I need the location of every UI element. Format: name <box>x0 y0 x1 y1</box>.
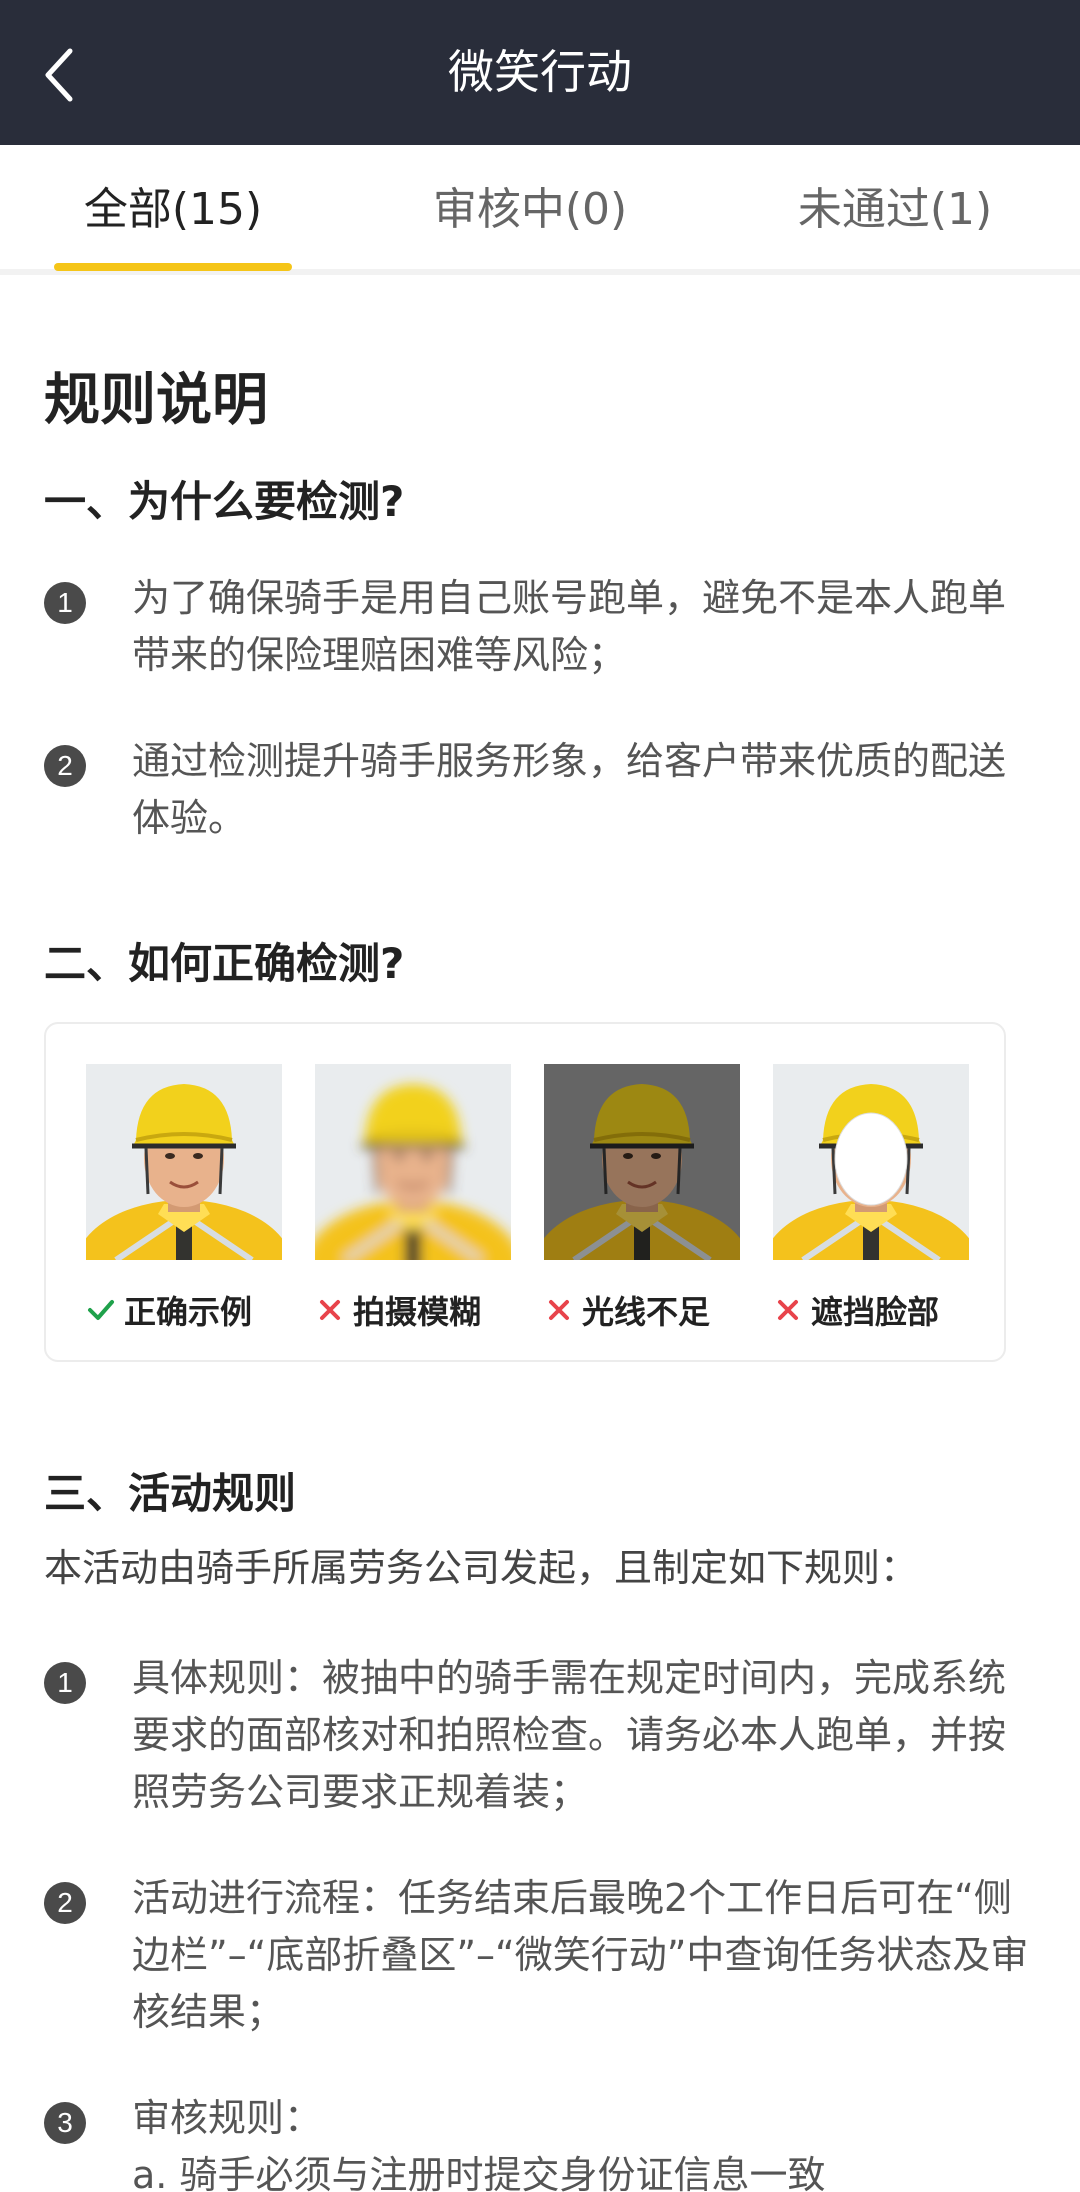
example-label-text: 遮挡脸部 <box>811 1293 940 1331</box>
cross-icon <box>544 1295 574 1325</box>
example-card: 正确示例 拍摄模糊 光线不足 遮挡脸部 <box>44 1022 1006 1362</box>
list-item-text: 为了确保骑手是用自己账号跑单，避免不是本人跑单 带来的保险理赔困难等风险； <box>132 570 1052 684</box>
list-item-text: 活动进行流程：任务结束后最晚2个工作日后可在“侧 边栏”–“底部折叠区”–“微笑… <box>132 1870 1052 2041</box>
example-photo-correct <box>86 1064 282 1260</box>
list-item-text: 通过检测提升骑手服务形象，给客户带来优质的配送 体验。 <box>132 733 1052 847</box>
check-icon <box>86 1295 116 1325</box>
number-badge: 3 <box>44 2102 86 2144</box>
number-badge: 2 <box>44 745 86 787</box>
tab-reviewing[interactable]: 审核中(0) <box>400 145 660 269</box>
example-dark: 光线不足 <box>544 1064 740 1331</box>
number-badge: 1 <box>44 582 86 624</box>
example-label: 拍摄模糊 <box>315 1288 525 1332</box>
text-line: a. 骑手必须与注册时提交身份证信息一致 <box>132 2153 826 2192</box>
example-label: 遮挡脸部 <box>773 1288 983 1332</box>
tab-all[interactable]: 全部(15) <box>54 145 292 269</box>
text-line: 边栏”–“底部折叠区”–“微笑行动”中查询任务状态及审 <box>132 1933 1029 1977</box>
section1-heading: 一、为什么要检测? <box>44 477 405 526</box>
text-line: 要求的面部核对和拍照检查。请务必本人跑单，并按 <box>132 1713 1007 1757</box>
text-line: 照劳务公司要求正规着装； <box>132 1770 589 1814</box>
example-label: 光线不足 <box>544 1288 754 1332</box>
top-bar: 微笑行动 <box>0 0 1080 145</box>
example-blurry: 拍摄模糊 <box>315 1064 511 1331</box>
number-badge: 1 <box>44 1662 86 1704</box>
example-label-text: 拍摄模糊 <box>353 1293 482 1331</box>
text-line: 审核规则： <box>132 2096 323 2140</box>
example-covered: 遮挡脸部 <box>773 1064 969 1331</box>
cross-icon <box>315 1295 345 1325</box>
example-label: 正确示例 <box>86 1288 296 1332</box>
example-correct: 正确示例 <box>86 1064 282 1331</box>
example-photo-blurry <box>315 1064 511 1260</box>
example-photo-dark <box>544 1064 740 1260</box>
list-item-text: 具体规则：被抽中的骑手需在规定时间内，完成系统 要求的面部核对和拍照检查。请务必… <box>132 1650 1052 1821</box>
text-line: 通过检测提升骑手服务形象，给客户带来优质的配送 <box>132 739 1007 783</box>
example-label-text: 正确示例 <box>124 1293 253 1331</box>
text-line: 具体规则：被抽中的骑手需在规定时间内，完成系统 <box>132 1656 1007 1700</box>
active-tab-indicator <box>54 263 292 271</box>
section3-heading: 三、活动规则 <box>44 1469 297 1518</box>
section3-intro: 本活动由骑手所属劳务公司发起，且制定如下规则： <box>44 1546 919 1590</box>
example-label-text: 光线不足 <box>582 1293 711 1331</box>
text-line: 活动进行流程：任务结束后最晚2个工作日后可在“侧 <box>132 1876 1012 1920</box>
example-photo-covered <box>773 1064 969 1260</box>
tab-rejected[interactable]: 未通过(1) <box>770 145 1020 269</box>
rules-title: 规则说明 <box>44 368 268 433</box>
text-line: 核结果； <box>132 1990 285 2034</box>
number-badge: 2 <box>44 1882 86 1924</box>
text-line: 带来的保险理赔困难等风险； <box>132 633 627 677</box>
text-line: 体验。 <box>132 796 247 840</box>
text-line: 为了确保骑手是用自己账号跑单，避免不是本人跑单 <box>132 576 1007 620</box>
tab-bar: 全部(15) 审核中(0) 未通过(1) <box>0 145 1080 275</box>
cross-icon <box>773 1295 803 1325</box>
section2-heading: 二、如何正确检测? <box>44 939 405 988</box>
page-title: 微笑行动 <box>448 45 632 99</box>
list-item-text: 审核规则： a. 骑手必须与注册时提交身份证信息一致 <box>132 2090 1052 2192</box>
